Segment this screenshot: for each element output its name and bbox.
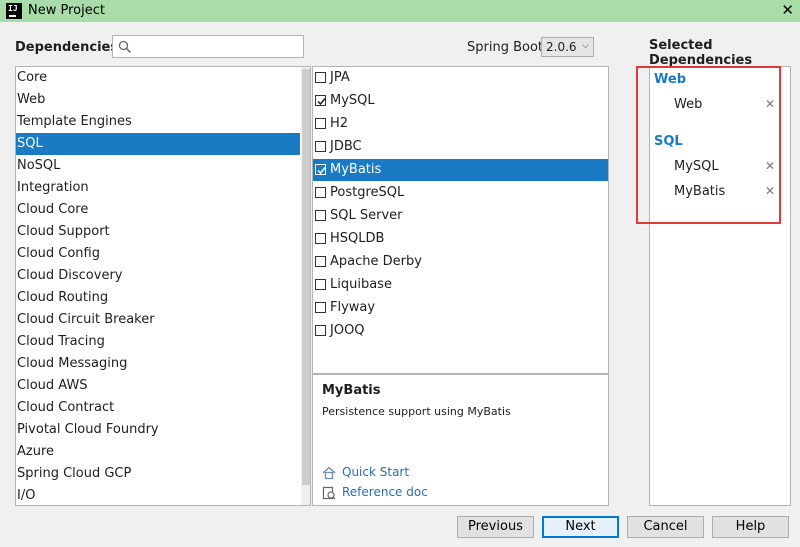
search-field[interactable]: [112, 35, 304, 58]
spring-boot-label: Spring Boot: [467, 40, 544, 55]
category-item[interactable]: Integration: [16, 177, 300, 199]
close-icon[interactable]: ✕: [781, 1, 794, 19]
dependency-item[interactable]: Flyway: [313, 297, 608, 319]
dependency-item[interactable]: JPA: [313, 67, 608, 89]
category-item[interactable]: Cloud Core: [16, 199, 300, 221]
category-item[interactable]: Azure: [16, 441, 300, 463]
spring-boot-version-select[interactable]: 2.0.6 ⌵: [541, 37, 594, 57]
remove-mysql-icon[interactable]: ✕: [765, 159, 775, 173]
search-icon: [118, 40, 132, 54]
previous-button[interactable]: Previous: [457, 516, 534, 538]
dependency-checkbox[interactable]: [315, 95, 326, 106]
dependency-checkbox[interactable]: [315, 256, 326, 267]
selected-item-mysql: MySQL: [674, 159, 719, 174]
help-button[interactable]: Help: [712, 516, 789, 538]
category-item[interactable]: Spring Cloud GCP: [16, 463, 300, 485]
dependency-checkbox[interactable]: [315, 164, 326, 175]
category-item[interactable]: Core: [16, 67, 300, 89]
window-title: New Project: [28, 3, 105, 18]
dependency-checkbox[interactable]: [315, 279, 326, 290]
dependency-item[interactable]: Liquibase: [313, 274, 608, 296]
dependency-item[interactable]: Apache Derby: [313, 251, 608, 273]
home-icon: [322, 466, 336, 480]
category-item[interactable]: Cloud Discovery: [16, 265, 300, 287]
category-scrollbar-thumb[interactable]: [302, 69, 310, 485]
selected-item-web: Web: [674, 97, 703, 112]
dependency-checkbox[interactable]: [315, 325, 326, 336]
dependency-label: JDBC: [330, 139, 362, 154]
dependency-checkbox[interactable]: [315, 187, 326, 198]
dependency-list[interactable]: JPA MySQL H2 JDBC MyBatis PostgreSQL SQL Serve…: [312, 66, 609, 374]
dependency-checkbox[interactable]: [315, 210, 326, 221]
dependency-item[interactable]: MyBatis: [313, 159, 608, 181]
dependency-label: Flyway: [330, 300, 376, 315]
dependency-label: JOOQ: [330, 323, 365, 338]
category-item[interactable]: SQL: [16, 133, 300, 155]
remove-web-icon[interactable]: ✕: [765, 97, 775, 111]
category-list[interactable]: Core Web Template Engines SQL NoSQL Integrati…: [15, 66, 311, 506]
dependency-checkbox[interactable]: [315, 72, 326, 83]
dependency-label: JPA: [330, 70, 350, 85]
category-item[interactable]: Cloud Routing: [16, 287, 300, 309]
dependency-label: Apache Derby: [330, 254, 422, 269]
dependency-item[interactable]: PostgreSQL: [313, 182, 608, 204]
dependency-item[interactable]: SQL Server: [313, 205, 608, 227]
intellij-app-icon: IJ: [6, 3, 22, 19]
category-item[interactable]: Cloud AWS: [16, 375, 300, 397]
dependency-item[interactable]: JOOQ: [313, 320, 608, 342]
selected-dependencies-title: Selected Dependencies: [649, 38, 753, 68]
checkmark-icon: [317, 167, 326, 175]
category-item[interactable]: Cloud Messaging: [16, 353, 300, 375]
dependency-label: Liquibase: [330, 277, 392, 292]
category-item[interactable]: I/O: [16, 485, 300, 505]
next-button[interactable]: Next: [542, 516, 619, 538]
dependency-label: SQL Server: [330, 208, 403, 223]
selected-group-web: Web: [654, 72, 686, 87]
category-item[interactable]: Web: [16, 89, 300, 111]
checkmark-icon: [317, 98, 326, 106]
dependency-item[interactable]: MySQL: [313, 90, 608, 112]
dependency-checkbox[interactable]: [315, 233, 326, 244]
dependency-label: PostgreSQL: [330, 185, 405, 200]
category-item[interactable]: Cloud Tracing: [16, 331, 300, 353]
dependency-label: H2: [330, 116, 349, 131]
dependency-item[interactable]: HSQLDB: [313, 228, 608, 250]
dependency-checkbox[interactable]: [315, 302, 326, 313]
title-bar: IJ New Project ✕: [0, 0, 800, 22]
category-item[interactable]: Cloud Circuit Breaker: [16, 309, 300, 331]
dependency-checkbox[interactable]: [315, 141, 326, 152]
quick-start-label: Quick Start: [342, 465, 410, 479]
selected-item-mybatis: MyBatis: [674, 184, 726, 199]
chevron-down-icon: ⌵: [582, 41, 589, 51]
category-item[interactable]: Cloud Contract: [16, 397, 300, 419]
dependency-item[interactable]: H2: [313, 113, 608, 135]
dependency-label: MyBatis: [330, 162, 382, 177]
cancel-button[interactable]: Cancel: [627, 516, 704, 538]
category-item[interactable]: Cloud Support: [16, 221, 300, 243]
dependencies-label: Dependencies: [15, 40, 119, 55]
category-item[interactable]: Template Engines: [16, 111, 300, 133]
selected-group-sql: SQL: [654, 134, 683, 149]
reference-doc-label: Reference doc: [342, 485, 428, 499]
reference-doc-icon: [322, 486, 336, 500]
category-item[interactable]: Cloud Config: [16, 243, 300, 265]
dependency-label: HSQLDB: [330, 231, 385, 246]
dependency-description: MyBatis Persistence support using MyBati…: [312, 374, 609, 506]
dependency-checkbox[interactable]: [315, 118, 326, 129]
description-title: MyBatis: [322, 383, 381, 398]
spring-boot-version-value: 2.0.6: [546, 40, 577, 54]
category-item[interactable]: Pivotal Cloud Foundry: [16, 419, 300, 441]
dependency-item[interactable]: JDBC: [313, 136, 608, 158]
dependency-label: MySQL: [330, 93, 375, 108]
remove-mybatis-icon[interactable]: ✕: [765, 184, 775, 198]
search-input[interactable]: [137, 38, 301, 57]
description-text: Persistence support using MyBatis: [322, 405, 511, 418]
category-item[interactable]: NoSQL: [16, 155, 300, 177]
